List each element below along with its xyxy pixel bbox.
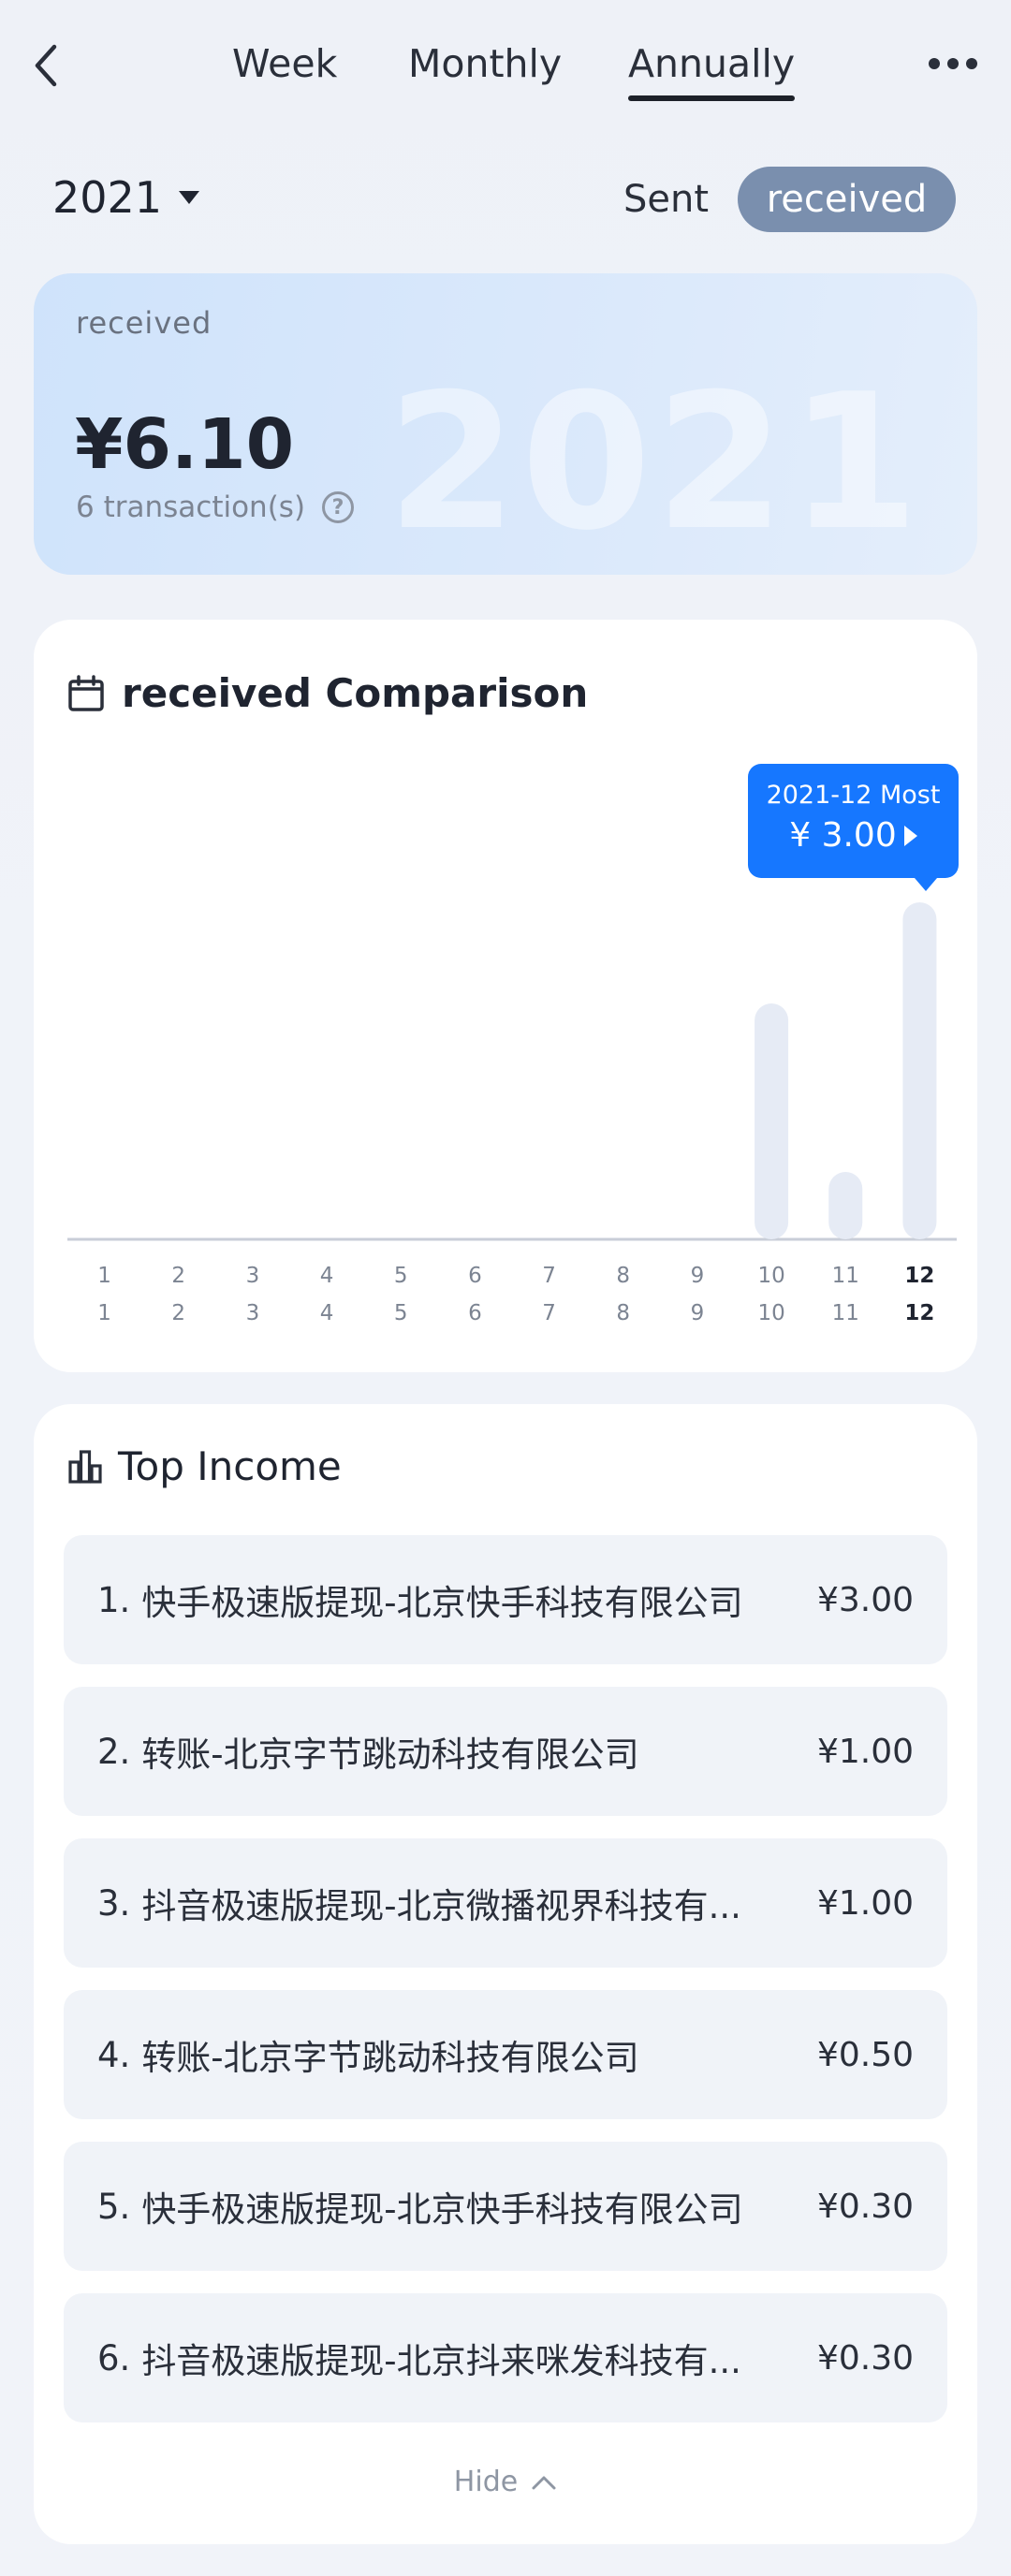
x-tick-label-secondary: 7	[542, 1301, 556, 1325]
x-tick-label-primary: 6	[468, 1264, 482, 1288]
chart-tooltip[interactable]: 2021-12 Most ¥ 3.00	[748, 764, 959, 878]
x-tick-label-secondary: 5	[394, 1301, 408, 1325]
top-income-card: Top Income 1. 快手极速版提现-北京快手科技有限公司 ¥3.00 2…	[34, 1404, 977, 2544]
more-dots-icon	[929, 58, 940, 69]
item-amount: ¥1.00	[816, 1732, 914, 1771]
x-tick-label-primary: 4	[320, 1264, 334, 1288]
x-tick-label-secondary: 3	[246, 1301, 260, 1325]
more-dots-icon	[947, 58, 959, 69]
x-tick-label-secondary: 12	[904, 1301, 934, 1325]
top-income-title: Top Income	[67, 1443, 342, 1489]
tooltip-label: 2021-12 Most	[766, 781, 941, 810]
tab-annually[interactable]: Annually	[628, 41, 796, 101]
x-tick-label-primary: 2	[171, 1264, 185, 1288]
back-button[interactable]	[26, 36, 67, 95]
bar-chart: 112233445566778899101011111212	[67, 902, 957, 1325]
item-rank: 4.	[97, 2034, 131, 2075]
more-options-button[interactable]	[929, 52, 977, 75]
item-amount: ¥0.30	[816, 2187, 914, 2226]
x-tick-label-primary: 11	[832, 1264, 859, 1288]
x-tick-label-primary: 7	[542, 1264, 556, 1288]
chevron-up-icon	[532, 2476, 556, 2489]
tab-monthly-label: Monthly	[408, 41, 563, 86]
tab-week[interactable]: Week	[232, 41, 337, 86]
item-amount: ¥0.30	[816, 2338, 914, 2378]
x-tick-label-primary: 9	[691, 1264, 705, 1288]
chart-bar-12[interactable]	[902, 902, 937, 1239]
hide-label: Hide	[453, 2466, 519, 2498]
year-selector[interactable]: 2021	[52, 172, 200, 223]
x-tick-label-primary: 12	[904, 1264, 934, 1288]
item-name: 快手极速版提现-北京快手科技有限公司	[141, 1583, 743, 1623]
item-name: 转账-北京字节跳动科技有限公司	[141, 1734, 639, 1775]
active-tab-indicator	[628, 95, 796, 101]
item-name: 快手极速版提现-北京快手科技有限公司	[141, 2189, 743, 2230]
x-tick-label-secondary: 4	[320, 1301, 334, 1325]
caret-down-icon	[179, 191, 200, 204]
tab-monthly[interactable]: Monthly	[408, 41, 562, 86]
transaction-count-text: 6 transaction(s)	[76, 490, 306, 524]
item-name: 转账-北京字节跳动科技有限公司	[141, 2038, 639, 2078]
x-tick-label-primary: 1	[97, 1264, 111, 1288]
received-toggle-button[interactable]: received	[738, 167, 956, 232]
x-tick-label-secondary: 10	[757, 1301, 784, 1325]
tooltip-value: ¥ 3.00	[748, 816, 959, 855]
top-income-title-text: Top Income	[118, 1443, 342, 1489]
summary-amount: ¥6.10	[75, 404, 295, 485]
tooltip-pointer	[915, 878, 937, 891]
item-rank: 3.	[97, 1882, 131, 1924]
transaction-count: 6 transaction(s) ?	[76, 490, 355, 524]
sent-toggle-button[interactable]: Sent	[623, 178, 709, 221]
tab-annually-label: Annually	[628, 41, 796, 86]
list-item[interactable]: 4. 转账-北京字节跳动科技有限公司 ¥0.50	[64, 1990, 947, 2119]
x-tick-label-primary: 3	[246, 1264, 260, 1288]
year-value: 2021	[52, 172, 163, 223]
income-list: 1. 快手极速版提现-北京快手科技有限公司 ¥3.00 2. 转账-北京字节跳动…	[64, 1535, 947, 2445]
item-rank: 2.	[97, 1731, 131, 1772]
summary-card: 2021 received ¥6.10 6 transaction(s) ?	[34, 273, 977, 575]
list-item[interactable]: 2. 转账-北京字节跳动科技有限公司 ¥1.00	[64, 1687, 947, 1816]
list-item[interactable]: 3. 抖音极速版提现-北京微播视界科技有... ¥1.00	[64, 1838, 947, 1968]
item-amount: ¥0.50	[816, 2035, 914, 2074]
more-dots-icon	[966, 58, 977, 69]
x-tick-label-secondary: 11	[832, 1301, 859, 1325]
item-rank: 5.	[97, 2186, 131, 2227]
item-amount: ¥3.00	[816, 1580, 914, 1619]
chevron-left-icon	[35, 44, 57, 87]
x-tick-label-secondary: 8	[616, 1301, 630, 1325]
list-item[interactable]: 1. 快手极速版提现-北京快手科技有限公司 ¥3.00	[64, 1535, 947, 1664]
item-rank: 1.	[97, 1579, 131, 1620]
item-rank: 6.	[97, 2337, 131, 2378]
bar-chart-icon	[68, 1449, 102, 1484]
summary-label: received	[76, 305, 212, 341]
x-tick-label-primary: 10	[757, 1264, 784, 1288]
x-tick-label-secondary: 6	[468, 1301, 482, 1325]
x-tick-label-primary: 8	[616, 1264, 630, 1288]
x-tick-label-secondary: 1	[97, 1301, 111, 1325]
tab-week-label: Week	[232, 41, 338, 86]
tooltip-amount: ¥ 3.00	[789, 816, 897, 855]
x-tick-label-secondary: 2	[171, 1301, 185, 1325]
play-icon	[903, 825, 917, 846]
comparison-chart-card: received Comparison 1 1 2 2 3 3 4 4 5 5 6 6 7 7 8 8 9 9 10…	[34, 620, 977, 1372]
chart-bar-11[interactable]	[828, 1172, 863, 1239]
question-circle-icon[interactable]: ?	[322, 491, 355, 523]
x-tick-label-primary: 5	[394, 1264, 408, 1288]
top-navigation: Week Monthly Annually	[0, 0, 1011, 140]
chart-bar-10[interactable]	[755, 1003, 789, 1239]
list-item[interactable]: 6. 抖音极速版提现-北京抖来咪发科技有... ¥0.30	[64, 2293, 947, 2422]
item-name: 抖音极速版提现-北京抖来咪发科技有...	[141, 2341, 741, 2381]
x-tick-label-secondary: 9	[691, 1301, 705, 1325]
hide-button[interactable]: Hide	[34, 2466, 977, 2498]
list-item[interactable]: 5. 快手极速版提现-北京快手科技有限公司 ¥0.30	[64, 2142, 947, 2271]
item-name: 抖音极速版提现-北京微播视界科技有...	[141, 1886, 741, 1926]
watermark-year: 2021	[387, 354, 923, 572]
item-amount: ¥1.00	[816, 1883, 914, 1923]
